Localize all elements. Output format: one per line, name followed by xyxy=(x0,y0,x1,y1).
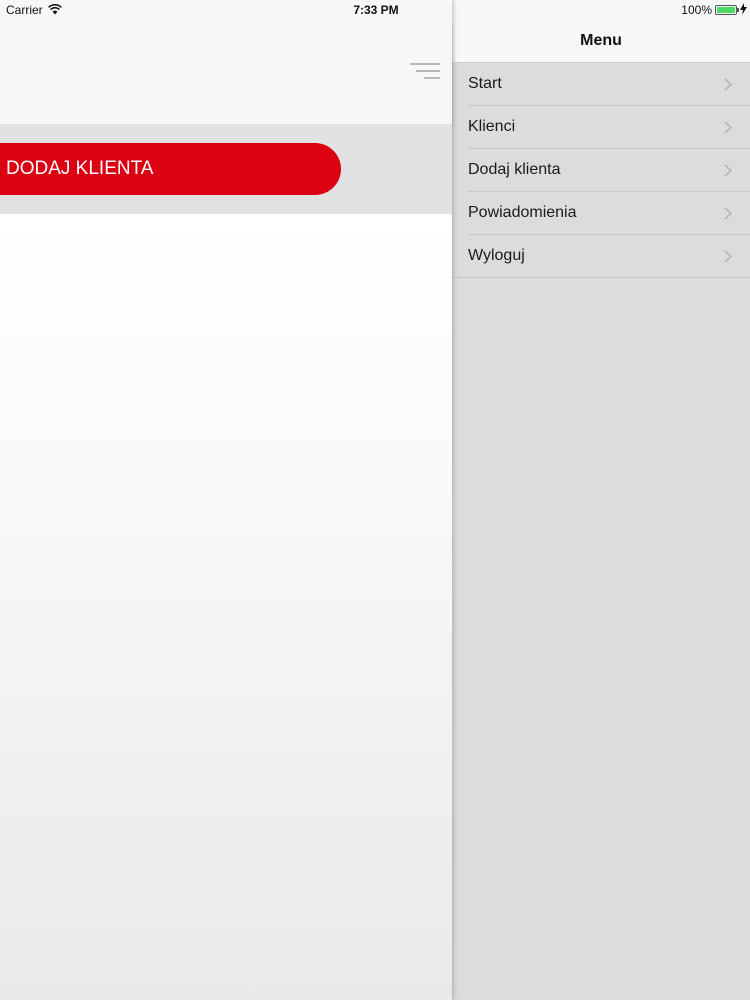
menu-item-wyloguj[interactable]: Wyloguj xyxy=(452,235,750,278)
menu-navbar: Menu xyxy=(452,20,750,63)
menu-item-start[interactable]: Start xyxy=(452,63,750,106)
menu-item-dodaj-klienta[interactable]: Dodaj klienta xyxy=(452,149,750,192)
menu-item-klienci[interactable]: Klienci xyxy=(452,106,750,149)
chevron-right-icon xyxy=(724,250,732,263)
chevron-right-icon xyxy=(724,207,732,220)
hamburger-menu-icon[interactable] xyxy=(406,60,442,82)
side-menu: 100% Menu Start Klienci Dodaj klienta Po… xyxy=(452,0,750,1000)
chevron-right-icon xyxy=(724,164,732,177)
chevron-right-icon xyxy=(724,121,732,134)
status-time: 7:33 PM xyxy=(353,3,399,17)
menu-item-label: Klienci xyxy=(468,118,516,135)
chevron-right-icon xyxy=(724,78,732,91)
menu-list: Start Klienci Dodaj klienta Powiadomieni… xyxy=(452,63,750,278)
status-bar-left: Carrier 7:33 PM xyxy=(0,0,452,20)
menu-title: Menu xyxy=(580,32,622,49)
add-client-button[interactable]: DODAJ KLIENTA xyxy=(0,143,341,195)
menu-item-label: Dodaj klienta xyxy=(468,161,561,178)
menu-item-powiadomienia[interactable]: Powiadomienia xyxy=(452,192,750,235)
menu-item-label: Powiadomienia xyxy=(468,204,577,221)
main-panel: Carrier 7:33 PM DODAJ KLIENTA xyxy=(0,0,452,1000)
menu-item-label: Start xyxy=(468,75,502,92)
main-navbar xyxy=(0,20,452,124)
menu-item-label: Wyloguj xyxy=(468,247,525,264)
